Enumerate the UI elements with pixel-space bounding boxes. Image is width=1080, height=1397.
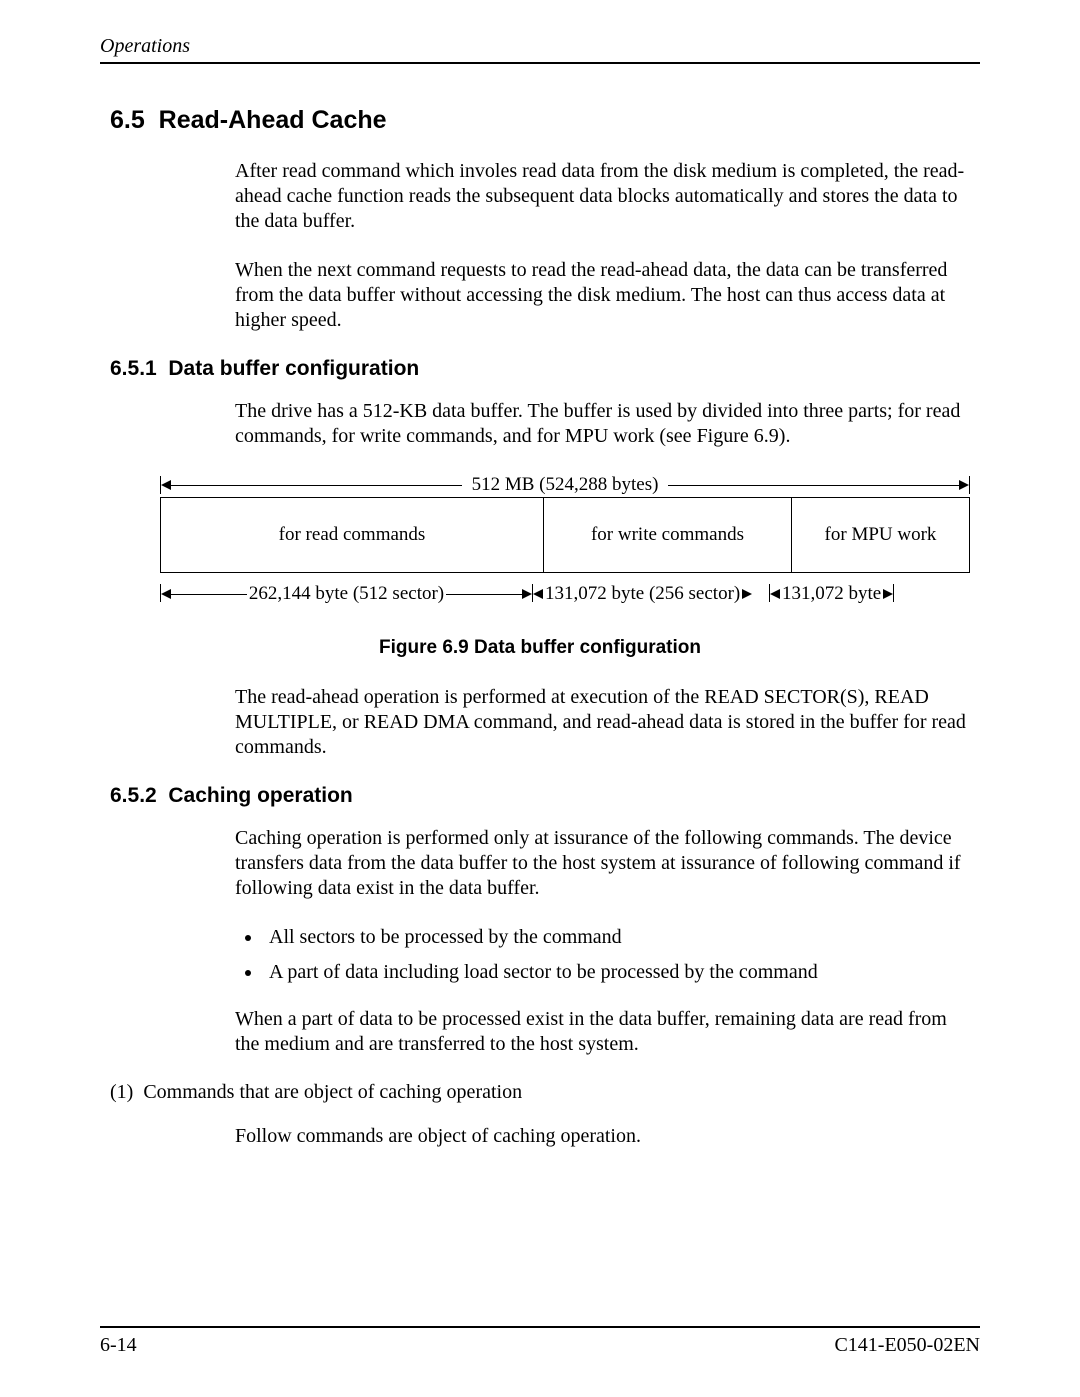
buffer-boxes: for read commands for write commands for… (160, 497, 970, 573)
arrow-right-icon (883, 589, 893, 599)
box-mpu: for MPU work (792, 498, 969, 572)
subsection-title: Data buffer configuration (168, 357, 419, 380)
dim-label-2: 131,072 byte (256 sector) (543, 583, 742, 605)
header-rule (100, 62, 980, 64)
subsection-body: Follow commands are object of caching op… (235, 1124, 970, 1149)
subsection-body: The read-ahead operation is performed at… (235, 685, 970, 760)
dimension-line (171, 485, 462, 486)
paragraph: Follow commands are object of caching op… (235, 1124, 970, 1149)
dim-label-3: 131,072 byte (780, 583, 883, 605)
dim-seg-3: 131,072 byte (769, 583, 970, 605)
footer-rule (100, 1326, 980, 1328)
running-head: Operations (100, 35, 980, 58)
dimension-line (446, 594, 522, 595)
arrow-right-icon (742, 589, 752, 599)
dimension-line (171, 594, 247, 595)
paragraph: The read-ahead operation is performed at… (235, 685, 970, 760)
total-size-label: 512 MB (524,288 bytes) (462, 474, 669, 496)
list-item: All sectors to be processed by the comma… (263, 925, 970, 950)
numbered-item: (1) Commands that are object of caching … (110, 1081, 980, 1104)
arrow-left-icon (770, 589, 780, 599)
subsection-number: 6.5.2 (110, 784, 157, 807)
tick-mark (969, 476, 970, 494)
paragraph: After read command which involes read da… (235, 159, 970, 234)
doc-id: C141-E050-02EN (834, 1334, 980, 1357)
dim-seg-2: 131,072 byte (256 sector) (532, 583, 769, 605)
arrow-right-icon (959, 480, 969, 490)
subsection-number: 6.5.1 (110, 357, 157, 380)
page-footer: 6-14 C141-E050-02EN (100, 1326, 980, 1357)
arrow-left-icon (533, 589, 543, 599)
subsection-title: Caching operation (168, 784, 352, 807)
section-body: After read command which involes read da… (235, 159, 970, 333)
paragraph: The drive has a 512-KB data buffer. The … (235, 399, 970, 449)
subsection-heading: 6.5.1 Data buffer configuration (110, 357, 980, 381)
paragraph: When a part of data to be processed exis… (235, 1007, 970, 1057)
dim-label-1: 262,144 byte (512 sector) (247, 583, 446, 605)
figure-caption: Figure 6.9 Data buffer configuration (100, 637, 980, 659)
box-write: for write commands (544, 498, 792, 572)
segment-dimensions: 262,144 byte (512 sector) 131,072 byte (… (160, 579, 970, 609)
page-number: 6-14 (100, 1334, 137, 1357)
total-dimension: 512 MB (524,288 bytes) (160, 473, 970, 497)
dimension-line (668, 485, 959, 486)
item-text: Commands that are object of caching oper… (143, 1081, 522, 1103)
arrow-right-icon (522, 589, 532, 599)
subsection-body: Caching operation is performed only at i… (235, 826, 970, 1057)
paragraph: Caching operation is performed only at i… (235, 826, 970, 901)
dim-seg-1: 262,144 byte (512 sector) (160, 583, 532, 605)
subsection-heading: 6.5.2 Caching operation (110, 784, 980, 808)
buffer-diagram: 512 MB (524,288 bytes) for read commands… (160, 473, 970, 609)
section-title: Read-Ahead Cache (159, 106, 387, 134)
section-heading: 6.5 Read-Ahead Cache (110, 106, 980, 135)
paragraph: When the next command requests to read t… (235, 258, 970, 333)
item-number: (1) (110, 1081, 133, 1103)
subsection-body: The drive has a 512-KB data buffer. The … (235, 399, 970, 449)
arrow-left-icon (161, 589, 171, 599)
section-number: 6.5 (110, 106, 145, 134)
arrow-left-icon (161, 480, 171, 490)
page: Operations 6.5 Read-Ahead Cache After re… (0, 0, 1080, 1397)
bullet-list: All sectors to be processed by the comma… (235, 925, 970, 985)
list-item: A part of data including load sector to … (263, 960, 970, 985)
box-read: for read commands (161, 498, 544, 572)
tick-mark (893, 584, 894, 602)
